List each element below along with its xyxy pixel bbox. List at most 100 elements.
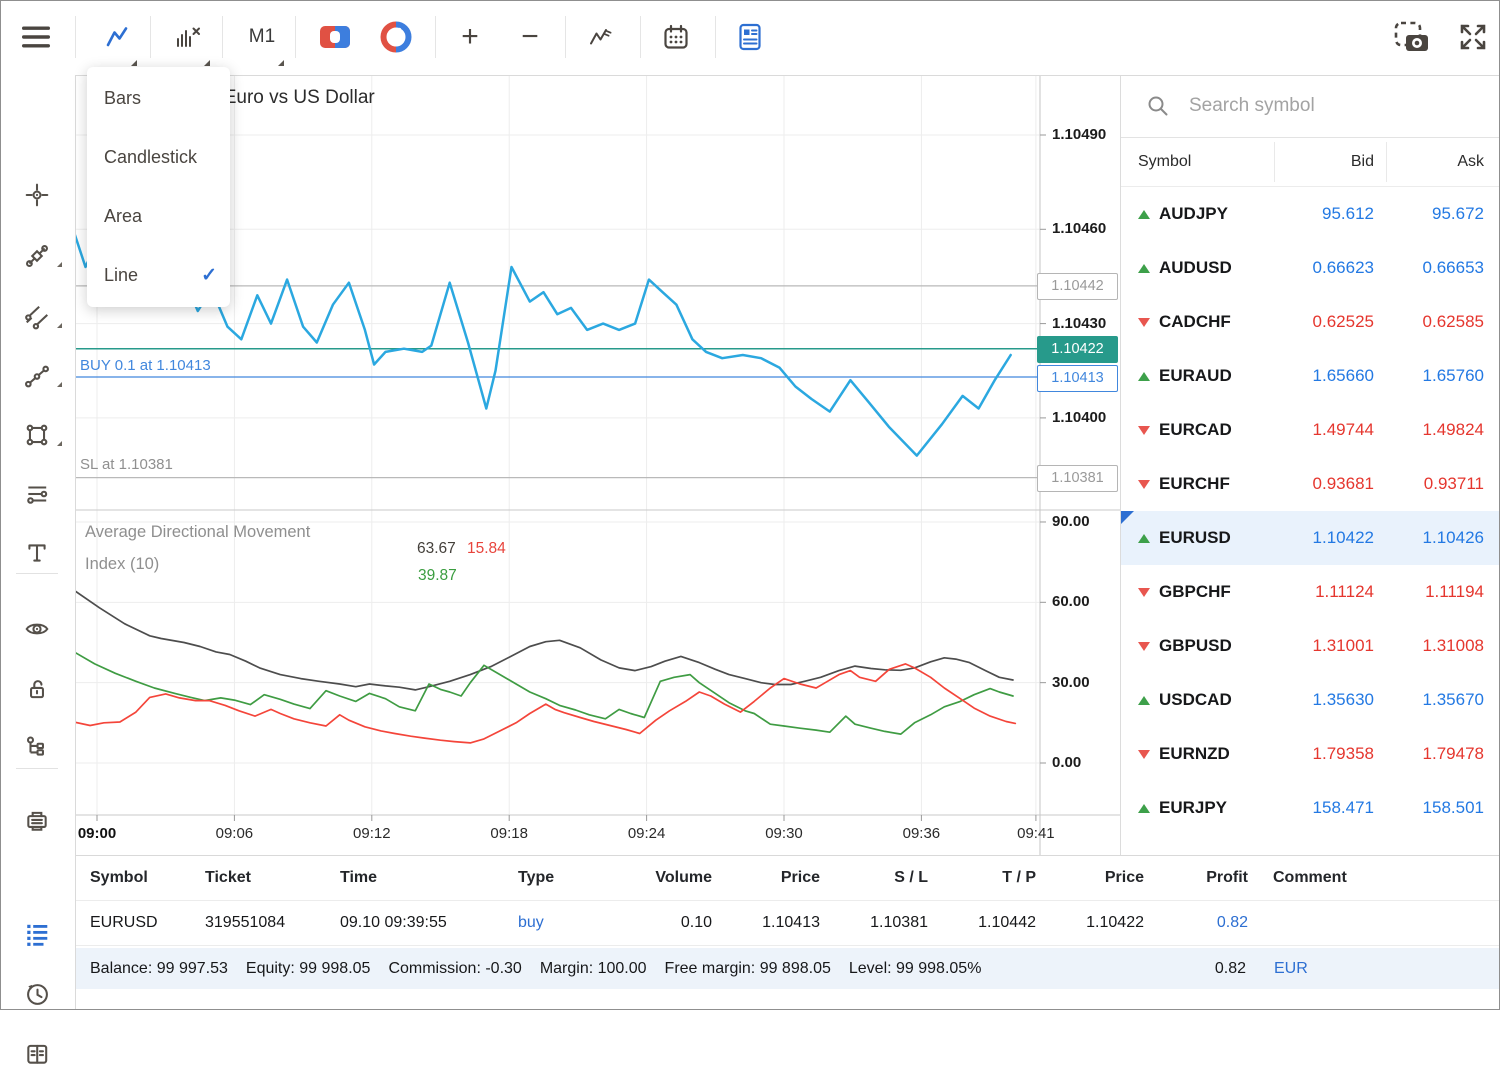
donut-chart-icon xyxy=(380,21,412,53)
fullscreen-button[interactable] xyxy=(1445,9,1500,65)
status-item: Level: 99 998.05% xyxy=(849,960,982,978)
indicator-remove-button[interactable] xyxy=(160,9,216,65)
row-symbol: GBPUSD xyxy=(1159,636,1274,656)
shapes-tool-button[interactable] xyxy=(9,407,65,463)
price-axis-label: 1.10400 xyxy=(1052,409,1116,426)
market-row-gbpchf[interactable]: GBPCHF1.111241.11194 xyxy=(1121,565,1500,619)
market-row-eurusd[interactable]: EURUSD1.104221.10426 xyxy=(1121,511,1500,565)
zoom-in-button[interactable]: + xyxy=(442,9,498,65)
symbol-search[interactable] xyxy=(1121,75,1500,138)
fibonacci-tool-button[interactable] xyxy=(9,228,65,284)
main-menu-button[interactable] xyxy=(8,9,64,65)
row-symbol: EURAUD xyxy=(1159,366,1274,386)
status-item: Equity: 99 998.05 xyxy=(246,960,371,978)
screenshot-button[interactable] xyxy=(1384,9,1440,65)
obj-tree-button[interactable] xyxy=(9,719,65,775)
history-button[interactable] xyxy=(9,966,65,1022)
market-row-eurcad[interactable]: EURCAD1.497441.49824 xyxy=(1121,403,1500,457)
list-icon xyxy=(24,921,50,947)
up-arrow-icon xyxy=(1138,804,1150,813)
down-arrow-icon xyxy=(1138,588,1150,597)
status-currency: EUR xyxy=(1274,960,1308,978)
menu-item-line[interactable]: Line✓ xyxy=(87,246,230,305)
row-bid: 1.49744 xyxy=(1274,420,1374,440)
col-tp: T / P xyxy=(936,869,1044,887)
row-bid: 1.11124 xyxy=(1274,582,1374,602)
market-watch-header: Symbol Bid Ask xyxy=(1121,138,1500,187)
drawing-toolbar xyxy=(0,75,76,1010)
position-tp: 1.10442 xyxy=(936,914,1044,932)
menu-item-area[interactable]: Area xyxy=(87,187,230,246)
market-row-eurchf[interactable]: EURCHF0.936810.93711 xyxy=(1121,457,1500,511)
account-status-bar: Balance: 99 997.53Equity: 99 998.05Commi… xyxy=(75,948,1500,989)
market-row-eurnzd[interactable]: EURNZD1.793581.79478 xyxy=(1121,727,1500,781)
row-symbol: EURNZD xyxy=(1159,744,1274,764)
market-row-euraud[interactable]: EURAUD1.656601.65760 xyxy=(1121,349,1500,403)
indicators-button[interactable] xyxy=(573,9,629,65)
row-symbol: AUDJPY xyxy=(1159,204,1274,224)
col-time: Time xyxy=(340,869,480,887)
market-row-eurjpy[interactable]: EURJPY158.471158.501 xyxy=(1121,781,1500,835)
time-axis-label: 09:00 xyxy=(67,825,127,842)
up-arrow-icon xyxy=(1138,264,1150,273)
stop-loss-label[interactable]: SL at 1.10381 xyxy=(80,456,173,473)
position-type: buy xyxy=(480,914,612,932)
chart-type-button[interactable] xyxy=(89,9,145,65)
market-row-usdcad[interactable]: USDCAD1.356301.35670 xyxy=(1121,673,1500,727)
timeframe-button[interactable]: M1 xyxy=(234,9,290,65)
position-price-current: 1.10422 xyxy=(1044,914,1152,932)
price-tag-tp: 1.10442 xyxy=(1037,273,1118,300)
polyline-tool-button[interactable] xyxy=(9,348,65,404)
parallel-lines-icon xyxy=(24,304,50,330)
journal-button[interactable] xyxy=(9,1026,65,1082)
lock-button[interactable] xyxy=(9,661,65,717)
menu-item-label: Candlestick xyxy=(104,147,197,168)
col-sl: S / L xyxy=(828,869,936,887)
news-button[interactable] xyxy=(722,9,778,65)
indicator-axis-label: 60.00 xyxy=(1052,593,1116,610)
trade-list-button[interactable] xyxy=(9,906,65,962)
row-symbol: GBPCHF xyxy=(1159,582,1274,602)
row-bid: 0.66623 xyxy=(1274,258,1374,278)
status-profit: 0.82 xyxy=(1215,960,1246,978)
market-row-audusd[interactable]: AUDUSD0.666230.66653 xyxy=(1121,241,1500,295)
row-bid: 1.10422 xyxy=(1274,528,1374,548)
col-price-current: Price xyxy=(1044,869,1152,887)
col-symbol: Symbol xyxy=(75,869,205,887)
buy-position-label[interactable]: BUY 0.1 at 1.10413 xyxy=(80,357,211,374)
position-row[interactable]: EURUSD 319551084 09.10 09:39:55 buy 0.10… xyxy=(75,901,1500,946)
printer-icon xyxy=(24,808,50,834)
print-button[interactable] xyxy=(9,793,65,849)
calendar-button[interactable] xyxy=(648,9,704,65)
eye-icon xyxy=(24,616,50,642)
unlock-icon xyxy=(24,676,50,702)
menu-item-candlestick[interactable]: Candlestick xyxy=(87,128,230,187)
position-volume: 0.10 xyxy=(612,914,720,932)
menu-item-label: Area xyxy=(104,206,142,227)
time-axis-label: 09:36 xyxy=(891,825,951,842)
zoom-out-button[interactable]: − xyxy=(502,9,558,65)
menu-item-bars[interactable]: Bars xyxy=(87,69,230,128)
search-input[interactable] xyxy=(1187,94,1461,118)
row-bid: 158.471 xyxy=(1274,798,1374,818)
market-row-gbpusd[interactable]: GBPUSD1.310011.31008 xyxy=(1121,619,1500,673)
crosshair-tool-button[interactable] xyxy=(9,167,65,223)
one-click-trading-button[interactable] xyxy=(307,9,363,65)
row-ask: 0.62585 xyxy=(1374,312,1484,332)
visibility-button[interactable] xyxy=(9,601,65,657)
trendline-tool-button[interactable] xyxy=(9,289,65,345)
levels-tool-button[interactable] xyxy=(9,466,65,522)
levels-icon xyxy=(24,481,50,507)
price-tag-current: 1.10422 xyxy=(1037,336,1118,363)
search-icon xyxy=(1146,94,1170,118)
indicator-wave-icon xyxy=(588,25,614,49)
trade-panel: Symbol Ticket Time Type Volume Price S /… xyxy=(75,855,1500,1011)
market-row-cadchf[interactable]: CADCHF0.625250.62585 xyxy=(1121,295,1500,349)
market-depth-button[interactable] xyxy=(368,9,424,65)
indicator-axis-label: 30.00 xyxy=(1052,674,1116,691)
object-tree-icon xyxy=(24,734,50,760)
position-profit: 0.82 xyxy=(1152,914,1256,932)
row-bid: 1.79358 xyxy=(1274,744,1374,764)
indicator-value-plus-di: 39.87 xyxy=(418,567,457,585)
market-row-audjpy[interactable]: AUDJPY95.61295.672 xyxy=(1121,187,1500,241)
